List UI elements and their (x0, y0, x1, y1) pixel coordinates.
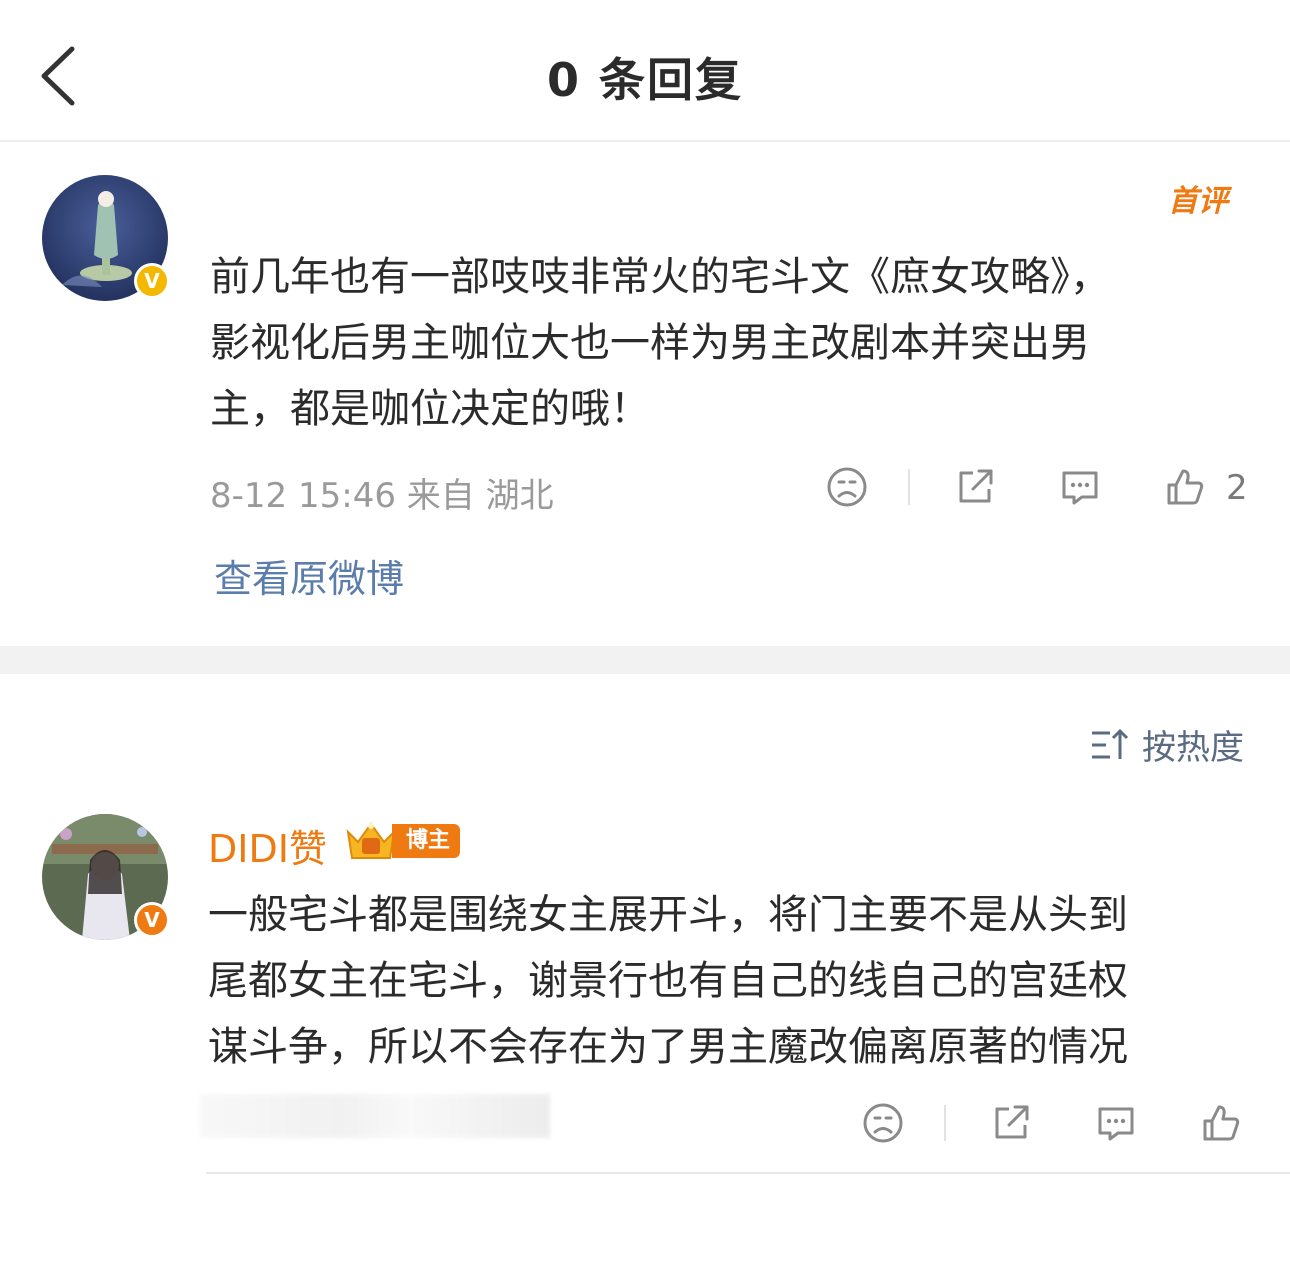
share-button[interactable] (986, 1098, 1036, 1148)
like-count: 2 (1226, 468, 1248, 508)
verified-badge: V (134, 263, 170, 299)
share-icon (995, 1105, 1029, 1139)
blogger-badge: 博主 (344, 818, 461, 864)
avatar[interactable]: V (42, 175, 170, 301)
comment-actions: 2 (0, 462, 1290, 512)
sort-icon (1092, 728, 1129, 759)
thumbs-up-icon (1203, 1105, 1240, 1141)
thumbs-up-icon (1167, 469, 1204, 505)
crown-icon (346, 822, 396, 859)
divider (944, 1105, 946, 1141)
comment-button[interactable] (1091, 1098, 1141, 1148)
dislike-button[interactable] (822, 462, 872, 512)
comment-text: 前几年也有一部吱吱非常火的宅斗文《庶女攻略》， 影视化后男主咖位大也一样为男主改… (210, 244, 1110, 442)
dislike-button[interactable] (858, 1098, 908, 1148)
avatar[interactable]: V (42, 814, 170, 940)
sort-label: 按热度 (1142, 728, 1244, 768)
reply-actions (0, 1098, 1290, 1148)
reply-text: 一般宅斗都是围绕女主展开斗，将门主要不是从头到 尾都女主在宅斗，谢景行也有自己的… (208, 882, 1128, 1080)
reply-item: V DIDI赞 博主 一般宅斗都是围绕女主展开斗，将门主要不是从头到 尾都女主在… (0, 804, 1290, 1184)
sort-button[interactable]: 按热度 (1090, 720, 1244, 769)
reply-line: 尾都女主在宅斗，谢景行也有自己的线自己的宫廷权 (208, 958, 1128, 1004)
page-title: 0 条回复 (546, 53, 744, 107)
like-button[interactable] (1196, 1098, 1246, 1148)
reply-line: 一般宅斗都是围绕女主展开斗，将门主要不是从头到 (208, 892, 1128, 938)
like-button[interactable] (1160, 462, 1210, 512)
view-original-link[interactable]: 查看原微博 (214, 548, 404, 603)
sort-row: 按热度 (0, 674, 1290, 804)
share-icon (959, 469, 993, 503)
comment-line: 影视化后男主咖位大也一样为男主改剧本并突出男 (210, 320, 1090, 366)
section-gap (0, 646, 1290, 674)
sad-face-icon (863, 1103, 903, 1143)
divider (206, 1172, 1290, 1174)
badge-label: 博主 (392, 824, 461, 858)
comment-bubble-icon (1098, 1107, 1134, 1141)
sad-face-icon (827, 467, 867, 507)
divider (908, 469, 910, 505)
username[interactable]: DIDI赞 (208, 818, 327, 873)
verified-badge: V (134, 902, 170, 938)
top-bar: 0 条回复 (0, 0, 1290, 142)
share-button[interactable] (950, 462, 1000, 512)
first-comment-badge: ★ 首评 (1168, 170, 1241, 219)
comment-bubble-icon (1062, 471, 1098, 505)
reply-line: 谋斗争，所以不会存在为了男主魔改偏离原著的情况 (208, 1024, 1128, 1070)
comment-button[interactable] (1055, 462, 1105, 512)
comment-line: 主，都是咖位决定的哦！ (210, 386, 650, 432)
root-comment: V ★ 首评 前几年也有一部吱吱非常火的宅斗文《庶女攻略》， 影视化后男主咖位大… (0, 144, 1290, 644)
comment-line: 前几年也有一部吱吱非常火的宅斗文《庶女攻略》， (210, 254, 1110, 300)
